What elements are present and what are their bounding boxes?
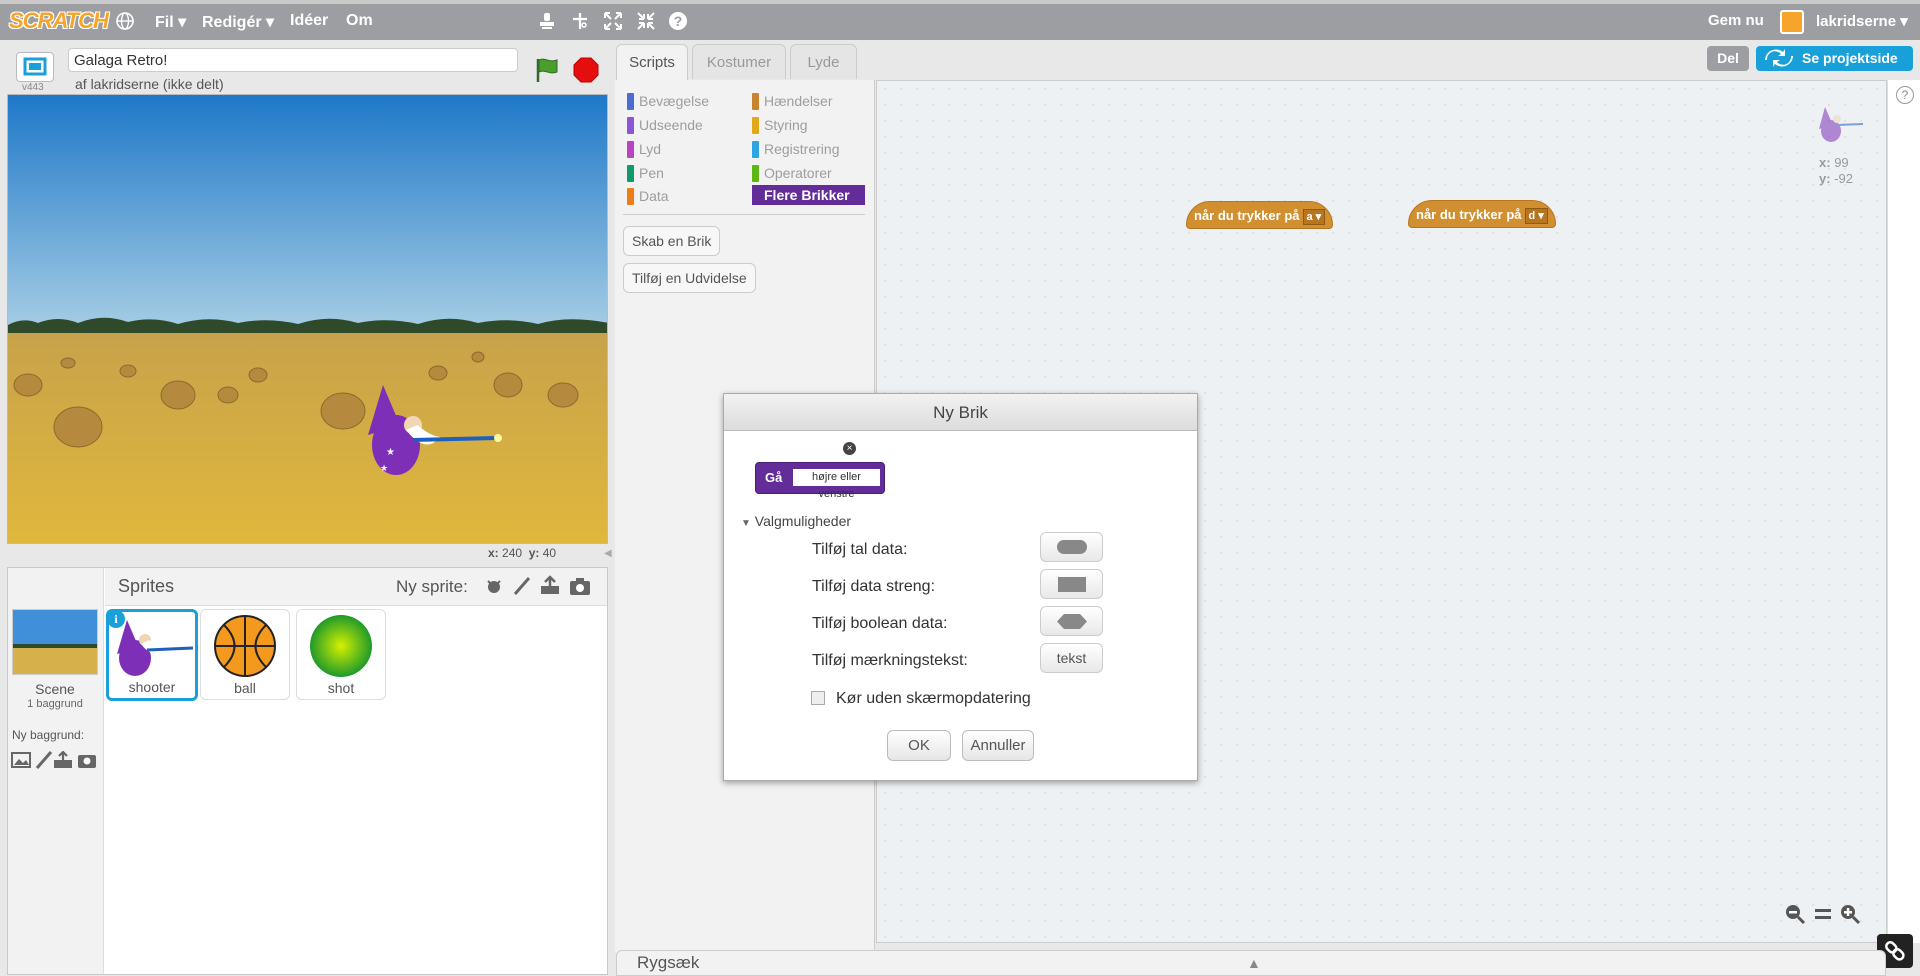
make-block-button[interactable]: Skab en Brik xyxy=(623,226,721,256)
run-without-refresh-checkbox[interactable] xyxy=(811,691,825,705)
category-looks[interactable]: Udseende xyxy=(627,116,703,134)
category-sound[interactable]: Lyd xyxy=(627,140,661,158)
category-motion[interactable]: Bevægelse xyxy=(627,92,709,110)
duplicate-stamp-icon[interactable] xyxy=(536,11,558,36)
shrink-icon[interactable] xyxy=(635,11,657,36)
camera-sprite-icon[interactable] xyxy=(569,575,591,600)
category-operators[interactable]: Operatorer xyxy=(752,164,832,182)
sprites-title: Sprites xyxy=(118,576,175,596)
category-sensing[interactable]: Registrering xyxy=(752,140,839,158)
help-question-icon[interactable]: ? xyxy=(667,11,689,36)
sprite-card-shooter[interactable]: i shooter xyxy=(106,609,198,701)
category-control[interactable]: Styring xyxy=(752,116,808,134)
svg-text:★: ★ xyxy=(380,463,388,473)
tab-sounds[interactable]: Lyde xyxy=(790,44,857,79)
scratch-logo[interactable]: SCRATCH xyxy=(9,8,109,34)
see-project-page-button[interactable]: Se projektside xyxy=(1756,46,1913,71)
add-string-input-label: Tilføj data streng: xyxy=(812,578,936,595)
menu-edit[interactable]: Redigér ▾ xyxy=(202,12,274,32)
green-flag-icon[interactable] xyxy=(533,56,561,87)
upload-sprite-icon[interactable] xyxy=(539,575,561,600)
category-more-blocks[interactable]: Flere Brikker xyxy=(752,185,865,205)
new-backdrop-label: Ny baggrund: xyxy=(12,728,85,742)
stage-mouse-coords: x: 240 y: 40 xyxy=(488,546,557,560)
remove-input-close-icon[interactable]: × xyxy=(843,442,856,455)
add-number-input-button[interactable] xyxy=(1040,532,1103,562)
upload-backdrop-icon[interactable] xyxy=(53,750,73,772)
scene-label: Scene xyxy=(35,681,75,697)
sprite-info-icon[interactable]: i xyxy=(107,610,125,628)
tab-costumes[interactable]: Kostumer xyxy=(692,44,786,79)
category-data[interactable]: Data xyxy=(627,187,669,205)
add-boolean-input-label: Tilføj boolean data: xyxy=(812,615,948,632)
choose-backdrop-from-library-icon[interactable] xyxy=(11,751,31,772)
backpack-label: Rygsæk xyxy=(637,953,700,972)
sprite-card-shot[interactable]: shot xyxy=(296,609,386,700)
block-input-field[interactable]: højre eller venstre xyxy=(793,469,880,500)
zoom-in-icon[interactable] xyxy=(1839,903,1861,928)
sprite-name: shot xyxy=(327,680,355,696)
top-menu-bar: SCRATCH Fil ▾ Redigér ▾ Idéer Om ? Gem n… xyxy=(0,0,1920,40)
new-block-dialog: Ny Brik × Gå højre eller venstre ▼ Valgm… xyxy=(723,393,1198,781)
tips-sidebar: ? xyxy=(1887,80,1920,943)
stage-canvas[interactable]: ★ ★ xyxy=(7,94,608,544)
fullscreen-toggle-button[interactable] xyxy=(16,52,54,82)
sprite-thumbnail-preview xyxy=(1815,103,1865,146)
dialog-title: Ny Brik xyxy=(724,394,1197,431)
ok-button[interactable]: OK xyxy=(887,730,951,761)
menu-about[interactable]: Om xyxy=(346,12,373,30)
zoom-reset-icon[interactable] xyxy=(1812,903,1834,928)
options-toggle[interactable]: ▼ Valgmuligheder xyxy=(741,513,851,529)
key-dropdown: a ▾ xyxy=(1302,208,1326,225)
grow-icon[interactable] xyxy=(602,11,624,36)
project-title-input[interactable] xyxy=(68,48,518,72)
menu-ideas[interactable]: Idéer xyxy=(290,12,328,30)
palette-divider xyxy=(623,214,865,215)
cut-scissors-icon[interactable] xyxy=(569,11,591,36)
user-menu[interactable]: lakridserne ▾ xyxy=(1816,12,1908,30)
project-author: af lakridserne (ikke delt) xyxy=(75,76,224,92)
collapse-stage-arrow-icon[interactable]: ◀ xyxy=(604,548,612,559)
sprite-name: shooter xyxy=(128,679,176,695)
backpack-bar[interactable]: Rygsæk ▲ xyxy=(616,950,1886,976)
version-label: v443 xyxy=(22,82,44,93)
sprite-position-readout: x: 99 y: -92 xyxy=(1819,155,1853,186)
save-now-link[interactable]: Gem nu xyxy=(1708,12,1764,29)
when-key-pressed-block-d[interactable]: når du trykker på d ▾ xyxy=(1408,200,1556,228)
paint-new-backdrop-icon[interactable] xyxy=(34,751,54,772)
tab-scripts[interactable]: Scripts xyxy=(616,44,688,80)
category-pen[interactable]: Pen xyxy=(627,164,664,182)
backdrop-count: 1 baggrund xyxy=(27,698,83,710)
sprite-name: ball xyxy=(234,680,256,696)
tips-help-icon[interactable]: ? xyxy=(1896,86,1914,104)
add-number-input-label: Tilføj tal data: xyxy=(812,541,908,558)
add-string-input-button[interactable] xyxy=(1040,569,1103,599)
svg-text:★: ★ xyxy=(386,447,395,458)
backpack-expand-arrow-icon[interactable]: ▲ xyxy=(1247,955,1261,971)
add-label-text-label: Tilføj mærkningstekst: xyxy=(812,652,968,669)
menu-file[interactable]: Fil ▾ xyxy=(155,12,186,32)
category-events[interactable]: Hændelser xyxy=(752,92,832,110)
cancel-button[interactable]: Annuller xyxy=(962,730,1034,761)
choose-sprite-from-library-icon[interactable] xyxy=(483,575,505,600)
camera-backdrop-icon[interactable] xyxy=(77,751,97,772)
share-button[interactable]: Del xyxy=(1707,46,1749,71)
new-sprite-label: Ny sprite: xyxy=(396,577,468,596)
stop-sign-icon[interactable] xyxy=(572,56,600,87)
key-dropdown: d ▾ xyxy=(1524,207,1548,224)
add-extension-button[interactable]: Tilføj en Udvidelse xyxy=(623,263,756,293)
remix-arrows-icon xyxy=(1764,48,1794,76)
user-avatar[interactable] xyxy=(1780,10,1804,34)
paint-new-sprite-icon[interactable] xyxy=(511,575,533,600)
run-without-refresh-label: Kør uden skærmopdatering xyxy=(836,690,1031,707)
language-globe-icon[interactable] xyxy=(114,11,136,36)
svg-text:?: ? xyxy=(674,13,683,29)
when-key-pressed-block-a[interactable]: når du trykker på a ▾ xyxy=(1186,201,1334,229)
add-boolean-input-button[interactable] xyxy=(1040,606,1103,636)
sprite-card-ball[interactable]: ball xyxy=(200,609,290,700)
scene-thumbnail[interactable] xyxy=(12,609,98,675)
zoom-out-icon[interactable] xyxy=(1784,903,1806,928)
custom-block-preview[interactable]: Gå højre eller venstre xyxy=(755,462,885,500)
add-label-text-button[interactable]: tekst xyxy=(1040,643,1103,673)
